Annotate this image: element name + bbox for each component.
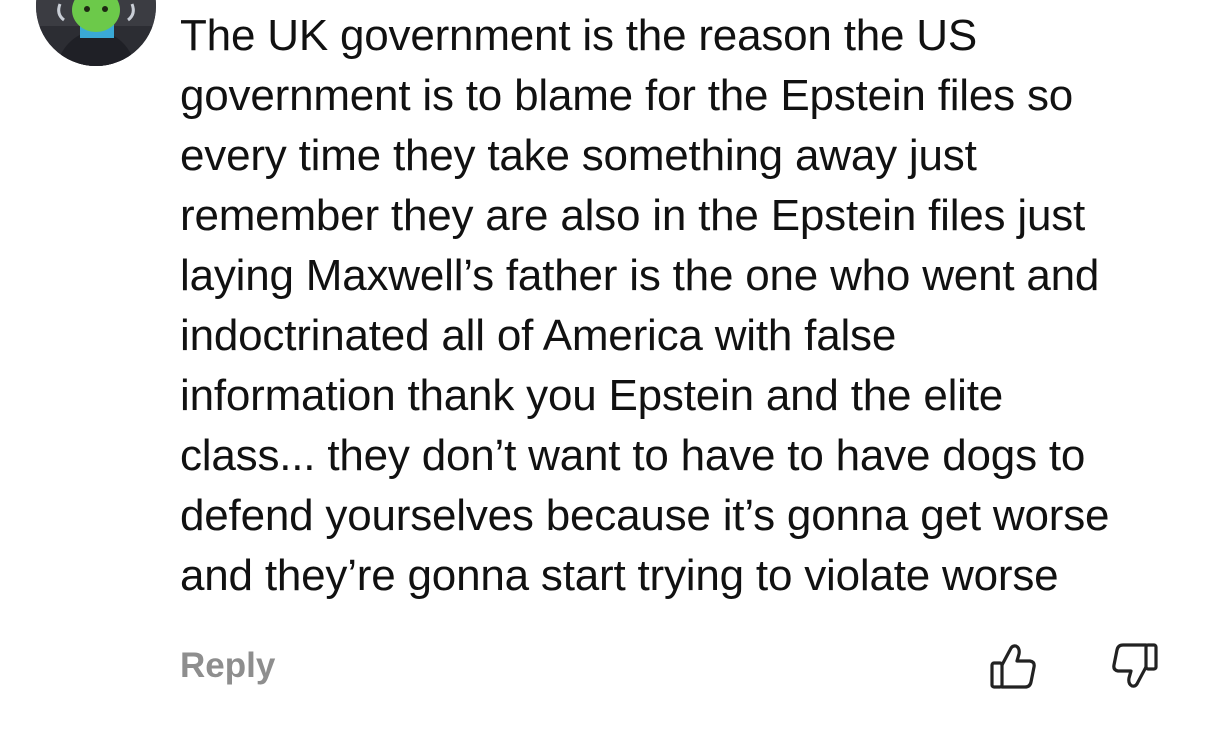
thumbs-up-icon <box>990 644 1036 689</box>
like-button[interactable] <box>988 640 1040 692</box>
comment-actions: Reply <box>180 640 1170 696</box>
avatar[interactable] <box>36 0 156 66</box>
reply-button[interactable]: Reply <box>180 646 275 686</box>
avatar-image <box>36 0 156 66</box>
thumbs-down-icon <box>1112 643 1158 688</box>
dislike-button[interactable] <box>1108 640 1160 692</box>
comment-text: The UK government is the reason the US g… <box>180 11 1110 600</box>
